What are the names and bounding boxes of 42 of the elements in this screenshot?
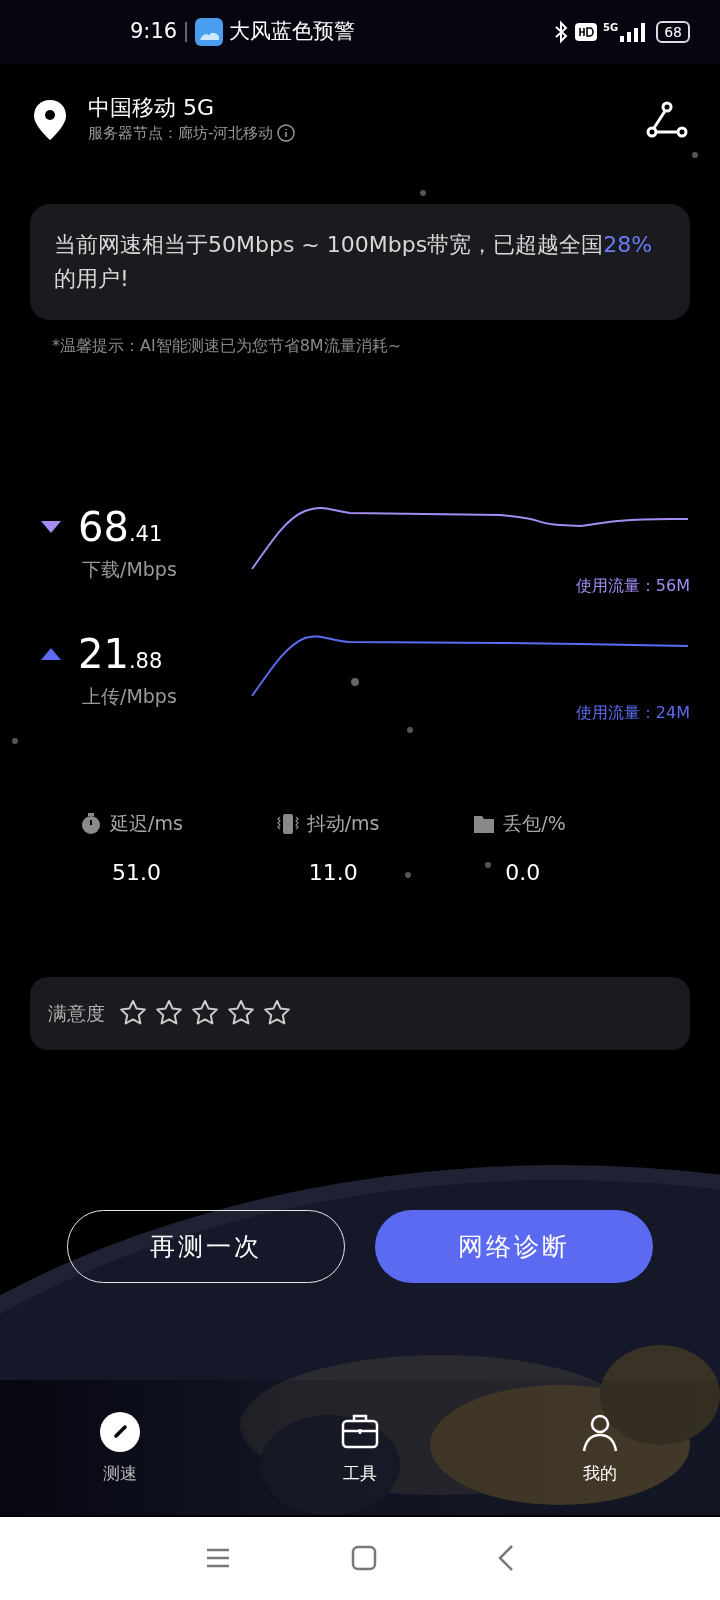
star-icon[interactable] xyxy=(263,999,291,1028)
data-usage: 使用流量：24M xyxy=(575,702,690,725)
data-usage: 使用流量：56M xyxy=(575,575,690,598)
share-nodes-icon[interactable] xyxy=(646,99,688,140)
vibrating-phone-icon xyxy=(276,811,299,836)
metric-value: 0.0 xyxy=(505,858,542,887)
network-type: 5G xyxy=(603,21,619,35)
star-icon[interactable] xyxy=(155,999,183,1028)
speed-unit: 下载/Mbps xyxy=(82,556,178,582)
rating-label: 满意度 xyxy=(48,1001,105,1027)
star-icon[interactable] xyxy=(119,999,147,1028)
speed-value: 21.88 xyxy=(78,631,163,676)
star-icon[interactable] xyxy=(191,999,219,1028)
tip-text: *温馨提示：AI智能测速已为您节省8M流量消耗~ xyxy=(52,335,403,358)
speed-value: 68.41 xyxy=(78,504,163,549)
notification-text: 大风蓝色预警 xyxy=(229,18,356,45)
nav-tab[interactable]: 测速 xyxy=(0,1380,240,1517)
clock-time: 9:16 xyxy=(130,18,178,45)
bluetooth-icon xyxy=(553,19,569,44)
carrier-name: 中国移动 5G xyxy=(88,95,216,122)
speedometer-icon xyxy=(99,1410,141,1453)
menu-icon[interactable] xyxy=(205,1547,231,1570)
metric-value: 51.0 xyxy=(112,858,162,887)
battery-level: 68 xyxy=(656,20,690,43)
nav-tab[interactable]: 我的 xyxy=(480,1380,720,1517)
stopwatch-icon xyxy=(80,811,102,836)
metric-label: 延迟/ms xyxy=(110,811,183,837)
back-icon[interactable] xyxy=(497,1544,515,1573)
hd-icon xyxy=(575,22,597,41)
weather-app-icon xyxy=(195,17,224,46)
diagnose-button[interactable]: 网络诊断 xyxy=(375,1210,653,1284)
metric-label: 丢包/% xyxy=(503,811,566,837)
star-icon[interactable] xyxy=(227,999,255,1028)
speed-unit: 上传/Mbps xyxy=(82,683,178,709)
nav-tab[interactable]: 工具 xyxy=(240,1380,480,1517)
metric-value: 11.0 xyxy=(308,858,359,887)
location-pin-icon xyxy=(32,97,68,142)
metric-label: 抖动/ms xyxy=(306,811,380,837)
home-icon[interactable] xyxy=(351,1545,377,1572)
info-icon[interactable] xyxy=(277,123,296,142)
summary-text: 当前网速相当于50Mbps ~ 100Mbps带宽，已超越全国28% 的用户! xyxy=(30,203,690,321)
server-label: 服务器节点：廊坊-河北移动 xyxy=(88,122,274,144)
